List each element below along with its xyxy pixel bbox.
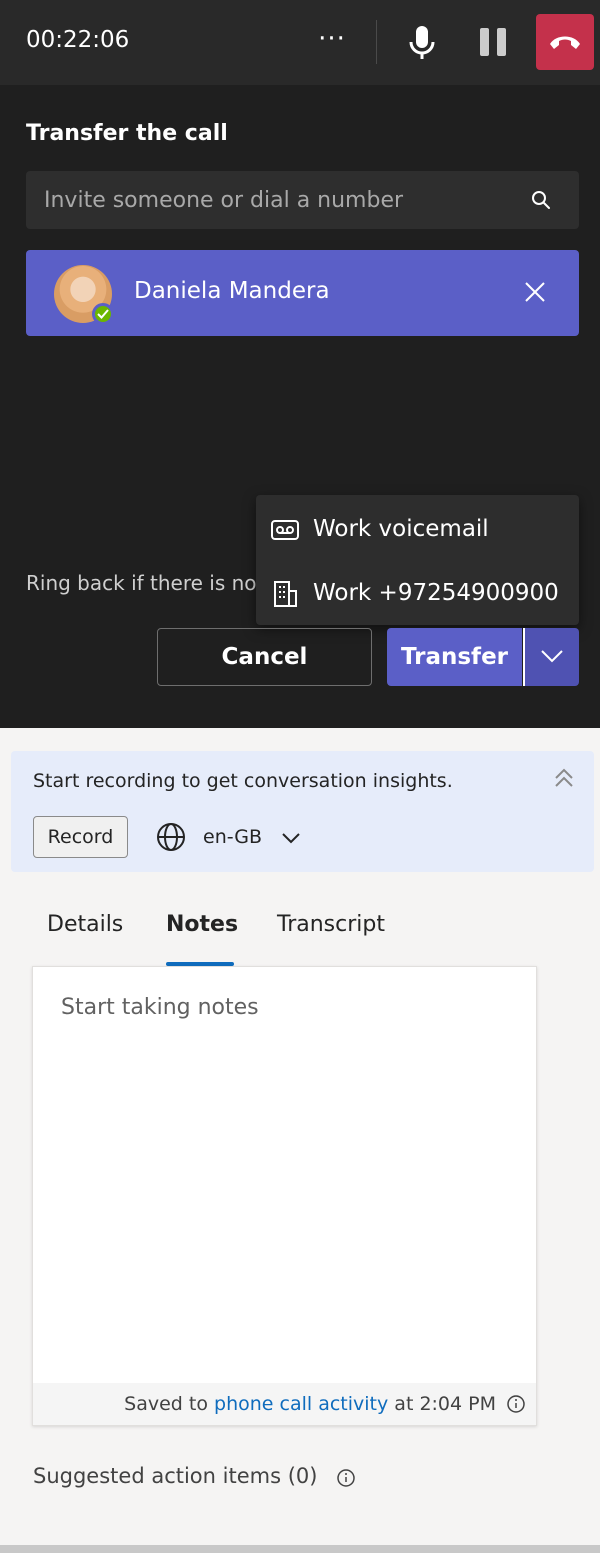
close-icon[interactable] <box>523 280 547 304</box>
transfer-button[interactable]: Transfer <box>387 628 522 686</box>
saved-suffix: at 2:04 PM <box>388 1393 496 1415</box>
notes-footer: Saved to phone call activity at 2:04 PM <box>33 1383 536 1425</box>
transfer-options-button[interactable] <box>523 628 579 686</box>
notes-placeholder: Start taking notes <box>61 995 259 1020</box>
saved-status: Saved to phone call activity at 2:04 PM <box>124 1393 496 1415</box>
contact-name: Daniela Mandera <box>134 278 330 304</box>
transfer-target-menu: Work voicemail Work +97254900900 <box>256 495 579 625</box>
recording-banner: Start recording to get conversation insi… <box>11 751 594 872</box>
globe-icon <box>157 823 185 851</box>
presence-available-icon <box>92 303 114 325</box>
mute-button[interactable] <box>405 22 439 62</box>
building-icon <box>274 581 297 607</box>
end-call-button[interactable] <box>536 14 594 70</box>
more-options-button[interactable]: ··· <box>312 24 352 60</box>
saved-prefix: Saved to <box>124 1393 215 1415</box>
pause-icon <box>480 28 506 56</box>
more-icon: ··· <box>318 24 346 54</box>
search-icon[interactable] <box>530 189 552 211</box>
call-toolbar: 00:22:06 ··· <box>0 0 600 85</box>
selected-contact-chip[interactable]: Daniela Mandera <box>26 250 579 336</box>
info-icon[interactable] <box>506 1394 526 1414</box>
tab-details[interactable]: Details <box>47 912 123 937</box>
banner-text: Start recording to get conversation insi… <box>33 770 453 792</box>
transfer-panel: Transfer the call Daniela Mandera Ring b… <box>0 85 600 728</box>
chevron-down-icon[interactable] <box>281 828 301 848</box>
search-input[interactable] <box>44 171 524 229</box>
suggested-action-items: Suggested action items (0) <box>33 1464 318 1488</box>
search-box <box>26 171 579 229</box>
info-icon[interactable] <box>336 1468 356 1488</box>
tab-notes[interactable]: Notes <box>166 912 238 937</box>
tab-transcript[interactable]: Transcript <box>277 912 385 937</box>
chevron-down-icon <box>541 650 563 663</box>
hang-up-icon <box>550 36 580 49</box>
panel-title: Transfer the call <box>26 121 228 146</box>
record-button[interactable]: Record <box>33 816 128 858</box>
call-timer: 00:22:06 <box>26 27 130 53</box>
language-select[interactable]: en-GB <box>203 826 262 848</box>
voicemail-icon <box>271 520 299 540</box>
menu-item-work-number[interactable]: Work +97254900900 <box>256 561 579 626</box>
phone-call-activity-link[interactable]: phone call activity <box>214 1393 388 1415</box>
collapse-icon[interactable] <box>553 767 575 789</box>
microphone-icon <box>409 26 435 59</box>
toolbar-divider <box>376 20 377 64</box>
notes-editor[interactable]: Start taking notes Saved to phone call a… <box>32 966 537 1426</box>
menu-item-work-voicemail[interactable]: Work voicemail <box>256 497 579 562</box>
menu-item-label: Work voicemail <box>313 516 489 542</box>
bottom-divider <box>0 1545 600 1553</box>
hold-button[interactable] <box>476 24 510 60</box>
menu-item-label: Work +97254900900 <box>313 580 559 606</box>
ringback-text: Ring back if there is no a <box>26 571 276 595</box>
cancel-button[interactable]: Cancel <box>157 628 372 686</box>
